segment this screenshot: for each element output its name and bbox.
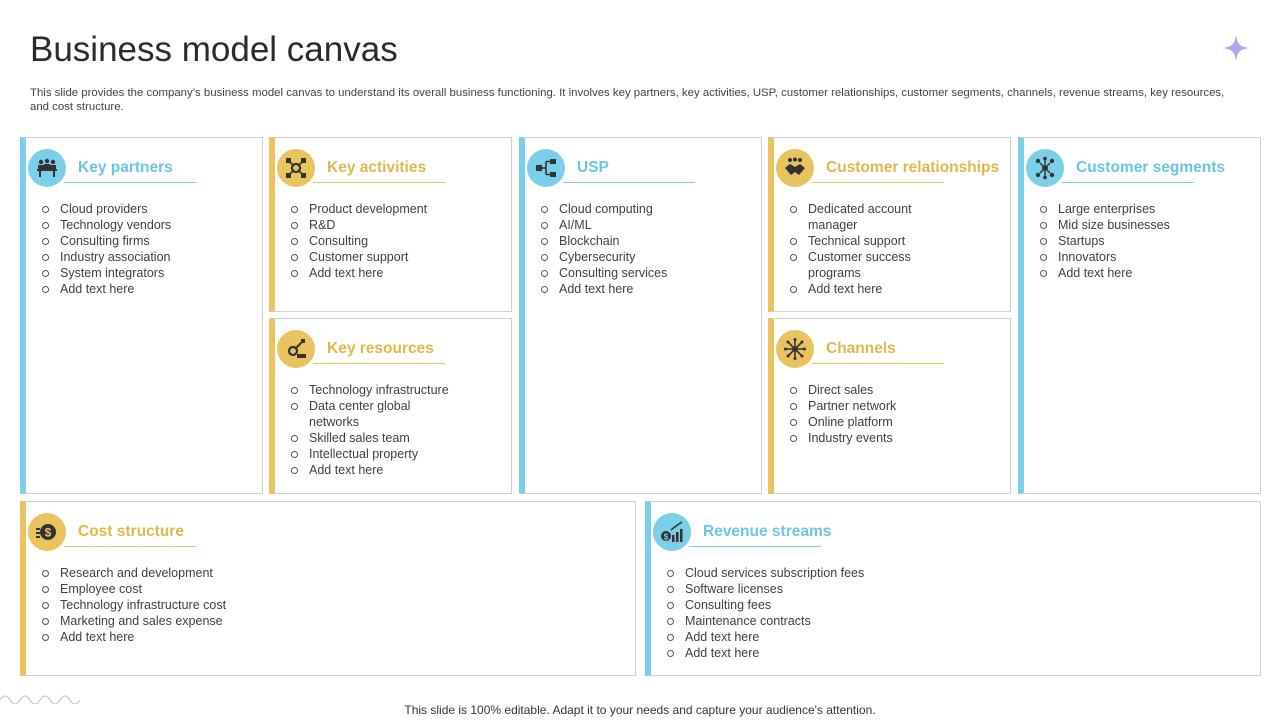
page-description: This slide provides the company’s busine…: [30, 87, 1225, 113]
key-resources-list: Technology infrastructure Data center gl…: [291, 382, 451, 478]
customer-segments-card: Customer segments Large enterprises Mid …: [1018, 137, 1261, 494]
list-item: Partner network: [790, 398, 896, 414]
list-item: Add text here: [541, 281, 667, 297]
revenue-streams-list: Cloud services subscription fees Softwar…: [667, 565, 864, 661]
list-item: Maintenance contracts: [667, 613, 864, 629]
list-item: Cybersecurity: [541, 249, 667, 265]
title-underline: [563, 182, 695, 183]
title-underline: [64, 546, 196, 547]
title-underline: [812, 363, 944, 364]
handshake-icon: [776, 149, 814, 187]
cost-structure-list: Research and development Employee cost T…: [42, 565, 226, 645]
list-item: Innovators: [1040, 249, 1170, 265]
list-item: Add text here: [667, 629, 864, 645]
list-item: Skilled sales team: [291, 430, 451, 446]
list-item: Intellectual property: [291, 446, 451, 462]
key-activities-title: Key activities: [327, 159, 427, 176]
list-item: Data center global networks: [291, 398, 451, 430]
list-item: Startups: [1040, 233, 1170, 249]
list-item: Marketing and sales expense: [42, 613, 226, 629]
key-resources-title: Key resources: [327, 340, 434, 357]
title-underline: [812, 182, 944, 183]
key-partners-card: Key partners Cloud providers Technology …: [20, 137, 263, 494]
list-item: Consulting fees: [667, 597, 864, 613]
usp-title: USP: [577, 159, 609, 176]
list-item: Industry events: [790, 430, 896, 446]
key-partners-list: Cloud providers Technology vendors Consu…: [42, 201, 171, 297]
flowchart-icon: [527, 149, 565, 187]
list-item: Industry association: [42, 249, 171, 265]
customer-relationships-list: Dedicated account manager Technical supp…: [790, 201, 940, 297]
revenue-streams-card: $ Revenue streams Cloud services subscri…: [645, 501, 1261, 676]
list-item: Large enterprises: [1040, 201, 1170, 217]
list-item: Consulting services: [541, 265, 667, 281]
list-item: Technology vendors: [42, 217, 171, 233]
title-underline: [689, 546, 821, 547]
key-activities-list: Product development R&D Consulting Custo…: [291, 201, 427, 281]
list-item: Add text here: [667, 645, 864, 661]
channels-card: Channels Direct sales Partner network On…: [768, 318, 1011, 494]
list-item: Mid size businesses: [1040, 217, 1170, 233]
tools-gear-icon: [277, 330, 315, 368]
list-item: Software licenses: [667, 581, 864, 597]
revenue-streams-title: Revenue streams: [703, 523, 832, 540]
footer-note: This slide is 100% editable. Adapt it to…: [404, 703, 876, 717]
svg-text:$: $: [45, 526, 52, 540]
list-item: Consulting: [291, 233, 427, 249]
key-partners-title: Key partners: [78, 159, 173, 176]
list-item: Product development: [291, 201, 427, 217]
cost-structure-title: Cost structure: [78, 523, 184, 540]
list-item: Customer support: [291, 249, 427, 265]
list-item: Add text here: [42, 629, 226, 645]
list-item: AI/ML: [541, 217, 667, 233]
list-item: Customer success programs: [790, 249, 940, 281]
coin-dollar-icon: $: [28, 513, 66, 551]
page-title: Business model canvas: [30, 30, 398, 69]
svg-text:$: $: [664, 533, 669, 542]
cost-structure-card: $ Cost structure Research and developmen…: [20, 501, 636, 676]
list-item: Add text here: [1040, 265, 1170, 281]
list-item: Add text here: [42, 281, 171, 297]
list-item: System integrators: [42, 265, 171, 281]
list-item: Blockchain: [541, 233, 667, 249]
list-item: Technology infrastructure cost: [42, 597, 226, 613]
gear-network-icon: [277, 149, 315, 187]
list-item: Dedicated account manager: [790, 201, 940, 233]
list-item: R&D: [291, 217, 427, 233]
list-item: Add text here: [291, 265, 427, 281]
usp-card: USP Cloud computing AI/ML Blockchain Cyb…: [519, 137, 762, 494]
title-underline: [313, 363, 445, 364]
channels-title: Channels: [826, 340, 896, 357]
list-item: Cloud computing: [541, 201, 667, 217]
list-item: Research and development: [42, 565, 226, 581]
meeting-people-icon: [28, 149, 66, 187]
customer-relationships-card: Customer relationships Dedicated account…: [768, 137, 1011, 312]
wave-decoration-icon: [0, 695, 80, 704]
list-item: Employee cost: [42, 581, 226, 597]
money-chart-icon: $: [653, 513, 691, 551]
customer-segments-list: Large enterprises Mid size businesses St…: [1040, 201, 1170, 281]
list-item: Online platform: [790, 414, 896, 430]
list-item: Add text here: [291, 462, 451, 478]
people-network-icon: [1026, 149, 1064, 187]
network-hub-icon: [776, 330, 814, 368]
customer-relationships-title: Customer relationships: [826, 159, 1000, 176]
list-item: Technical support: [790, 233, 940, 249]
usp-list: Cloud computing AI/ML Blockchain Cyberse…: [541, 201, 667, 297]
customer-segments-title: Customer segments: [1076, 159, 1226, 176]
key-activities-card: Key activities Product development R&D C…: [269, 137, 512, 312]
list-item: Technology infrastructure: [291, 382, 451, 398]
list-item: Cloud providers: [42, 201, 171, 217]
title-underline: [313, 182, 445, 183]
key-resources-card: Key resources Technology infrastructure …: [269, 318, 512, 494]
sparkle-icon: [1222, 34, 1250, 62]
list-item: Cloud services subscription fees: [667, 565, 864, 581]
title-underline: [64, 182, 196, 183]
title-underline: [1062, 182, 1194, 183]
list-item: Consulting firms: [42, 233, 171, 249]
list-item: Add text here: [790, 281, 940, 297]
list-item: Direct sales: [790, 382, 896, 398]
channels-list: Direct sales Partner network Online plat…: [790, 382, 896, 446]
